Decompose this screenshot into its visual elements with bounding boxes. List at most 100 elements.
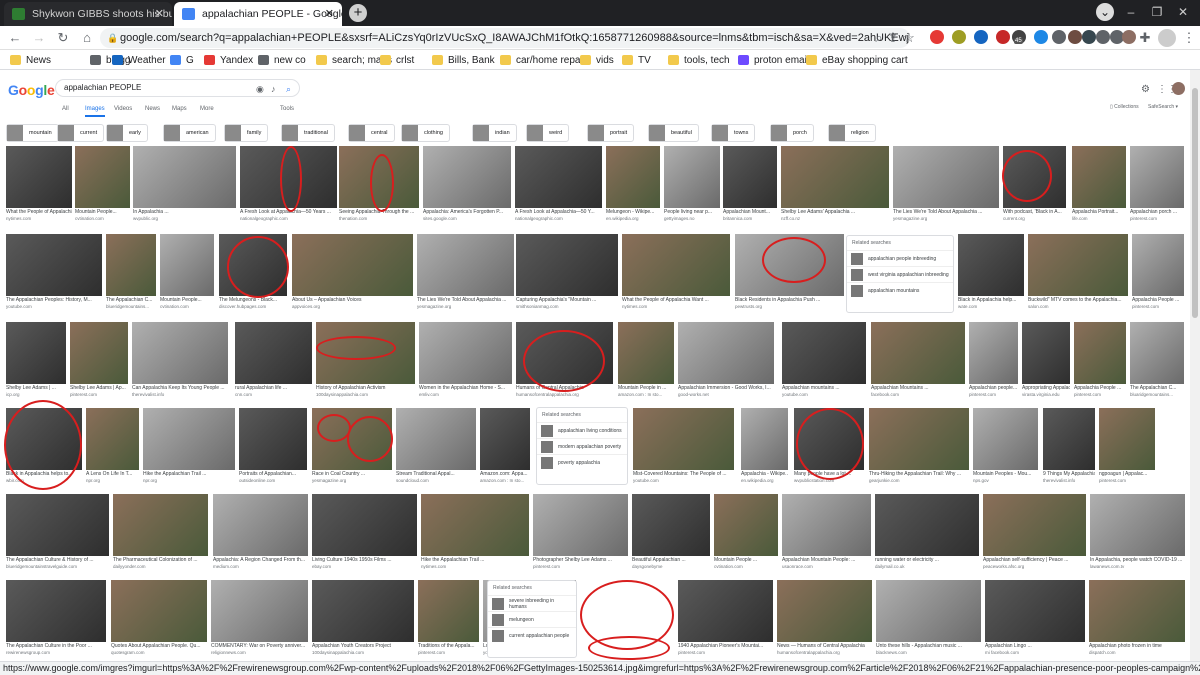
image-thumbnail[interactable] [1028, 234, 1128, 296]
image-thumbnail[interactable] [606, 146, 660, 208]
image-thumbnail[interactable] [723, 146, 777, 208]
chip-traditional[interactable]: traditional [281, 124, 335, 142]
extension-icon[interactable] [1068, 30, 1082, 44]
reload-icon[interactable]: ↻ [54, 29, 72, 47]
image-caption[interactable]: Traditions of the Appala... [418, 643, 479, 649]
image-caption[interactable]: Mountain People in ... [618, 385, 674, 391]
image-caption[interactable]: Appalachian photo frozen in time [1089, 643, 1185, 649]
image-thumbnail[interactable] [741, 408, 788, 470]
related-search-item[interactable]: west virginia appalachian inbreeding [847, 266, 953, 282]
tab-search-chevron-icon[interactable]: ⌄ [1096, 3, 1114, 21]
account-avatar[interactable] [1172, 82, 1185, 95]
bookmark-item[interactable]: Bills, Bank [432, 53, 495, 67]
image-caption[interactable]: rural Appalachian life ... [235, 385, 312, 391]
image-thumbnail[interactable] [622, 234, 730, 296]
related-search-item[interactable]: appalachian living conditions [537, 422, 627, 438]
chip-family[interactable]: family [224, 124, 269, 142]
settings-gear-icon[interactable]: ⚙ [1141, 84, 1150, 95]
image-caption[interactable]: Unto these hills - Appalachian music ... [876, 643, 981, 649]
related-search-item[interactable]: melungeon [488, 611, 576, 627]
image-thumbnail[interactable] [678, 322, 774, 384]
image-caption[interactable]: Can Appalachia Keep Its Young People ... [132, 385, 228, 391]
chip-clothing[interactable]: clothing [401, 124, 450, 142]
image-caption[interactable]: Women in the Appalachian Home - S... [419, 385, 512, 391]
image-thumbnail[interactable] [312, 408, 392, 470]
search-icon[interactable]: ⌕ [286, 81, 291, 97]
image-caption[interactable]: Appalachian mountains ... [782, 385, 866, 391]
image-thumbnail[interactable] [1072, 146, 1126, 208]
image-thumbnail[interactable] [1043, 408, 1095, 470]
microphone-icon[interactable]: ♪ [271, 81, 276, 97]
chip-central[interactable]: central [348, 124, 395, 142]
chip-porch[interactable]: porch [770, 124, 814, 142]
browser-menu-icon[interactable]: ⋮ [1180, 29, 1198, 47]
image-thumbnail[interactable] [235, 322, 312, 384]
related-search-item[interactable]: modern appalachian poverty [537, 438, 627, 454]
image-thumbnail[interactable] [1022, 322, 1070, 384]
image-thumbnail[interactable] [6, 322, 66, 384]
page-scrollbar[interactable] [1190, 70, 1200, 662]
chip-mountain[interactable]: mountain [6, 124, 59, 142]
image-caption[interactable]: Appalachian people... [969, 385, 1018, 391]
image-caption[interactable]: Living Culture 1940s 1950s Films ... [312, 557, 417, 563]
bookmark-item[interactable]: car/home repair [500, 53, 586, 67]
image-caption[interactable]: The Appalachian C... [1130, 385, 1184, 391]
image-caption[interactable]: running water or electricity ... [875, 557, 979, 563]
image-thumbnail[interactable] [983, 494, 1086, 556]
image-caption[interactable]: A Fresh Look at Appalachia—50 Years ... [240, 209, 337, 215]
image-thumbnail[interactable] [6, 494, 109, 556]
chip-american[interactable]: american [163, 124, 216, 142]
chip-towns[interactable]: towns [711, 124, 756, 142]
image-thumbnail[interactable] [418, 580, 479, 642]
image-caption[interactable]: Appalachian Youth Creators Project [312, 643, 414, 649]
tab-images[interactable]: Images [85, 106, 105, 117]
image-caption[interactable]: Hike the Appalachian Trail ... [421, 557, 529, 563]
image-caption[interactable]: Appalachian Immersion - Good Works, I... [678, 385, 774, 391]
back-arrow-icon[interactable]: ← [6, 29, 24, 47]
image-thumbnail[interactable] [1132, 234, 1184, 296]
image-thumbnail[interactable] [664, 146, 720, 208]
extension-icon[interactable] [1052, 30, 1066, 44]
image-thumbnail[interactable] [111, 580, 207, 642]
extension-icon[interactable] [1034, 30, 1048, 44]
image-thumbnail[interactable] [1074, 322, 1126, 384]
image-thumbnail[interactable] [312, 580, 414, 642]
bookmark-item[interactable]: News [10, 53, 51, 67]
image-thumbnail[interactable] [6, 234, 102, 296]
tab-videos[interactable]: Videos [114, 106, 132, 112]
extension-icon[interactable] [930, 30, 944, 44]
image-caption[interactable]: 1940 Appalachian Pioneer's Mountai... [678, 643, 773, 649]
chip-beautiful[interactable]: beautiful [648, 124, 699, 142]
image-caption[interactable]: With podcast, 'Black in A... [1003, 209, 1066, 215]
image-thumbnail[interactable] [292, 234, 413, 296]
image-caption[interactable]: The Pharmaceutical Colonization of ... [113, 557, 208, 563]
image-thumbnail[interactable] [1089, 580, 1185, 642]
image-caption[interactable]: Seeing Appalachia Through the ... [339, 209, 419, 215]
image-thumbnail[interactable] [1003, 146, 1066, 208]
image-caption[interactable]: Black in Appalachia helps to... [6, 471, 82, 477]
image-caption[interactable]: Mountain People ... [714, 557, 778, 563]
extension-icon[interactable] [996, 30, 1010, 44]
image-caption[interactable]: Mountain People... [160, 297, 214, 303]
bookmark-item[interactable]: tools, tech [668, 53, 730, 67]
browser-tab-inactive[interactable]: Shykwon GIBBS shoots his burne ✕ [4, 2, 172, 26]
extension-icon[interactable] [974, 30, 988, 44]
tab-close-icon[interactable]: ✕ [155, 7, 164, 20]
camera-icon[interactable]: ◉ [256, 81, 264, 97]
image-caption[interactable]: The Appalachian Culture in the Poor ... [6, 643, 106, 649]
bookmark-item[interactable]: TV [622, 53, 651, 67]
image-thumbnail[interactable] [632, 494, 710, 556]
image-caption[interactable]: Appalachia People ... [1074, 385, 1126, 391]
image-caption[interactable]: Amazon.com: Appa... [480, 471, 530, 477]
bookmark-item[interactable]: eBay shopping cart [806, 53, 908, 67]
image-thumbnail[interactable] [1130, 322, 1184, 384]
image-thumbnail[interactable] [618, 322, 674, 384]
image-thumbnail[interactable] [1099, 408, 1155, 470]
maximize-icon[interactable]: ❐ [1148, 3, 1166, 21]
image-caption[interactable]: Shelby Lee Adams | ... [6, 385, 66, 391]
extension-icon[interactable] [1082, 30, 1096, 44]
image-caption[interactable]: Appalachian porch ... [1130, 209, 1184, 215]
image-thumbnail[interactable] [316, 322, 415, 384]
image-caption[interactable]: Appalachia: America's Forgotten P... [423, 209, 511, 215]
image-thumbnail[interactable] [782, 322, 866, 384]
